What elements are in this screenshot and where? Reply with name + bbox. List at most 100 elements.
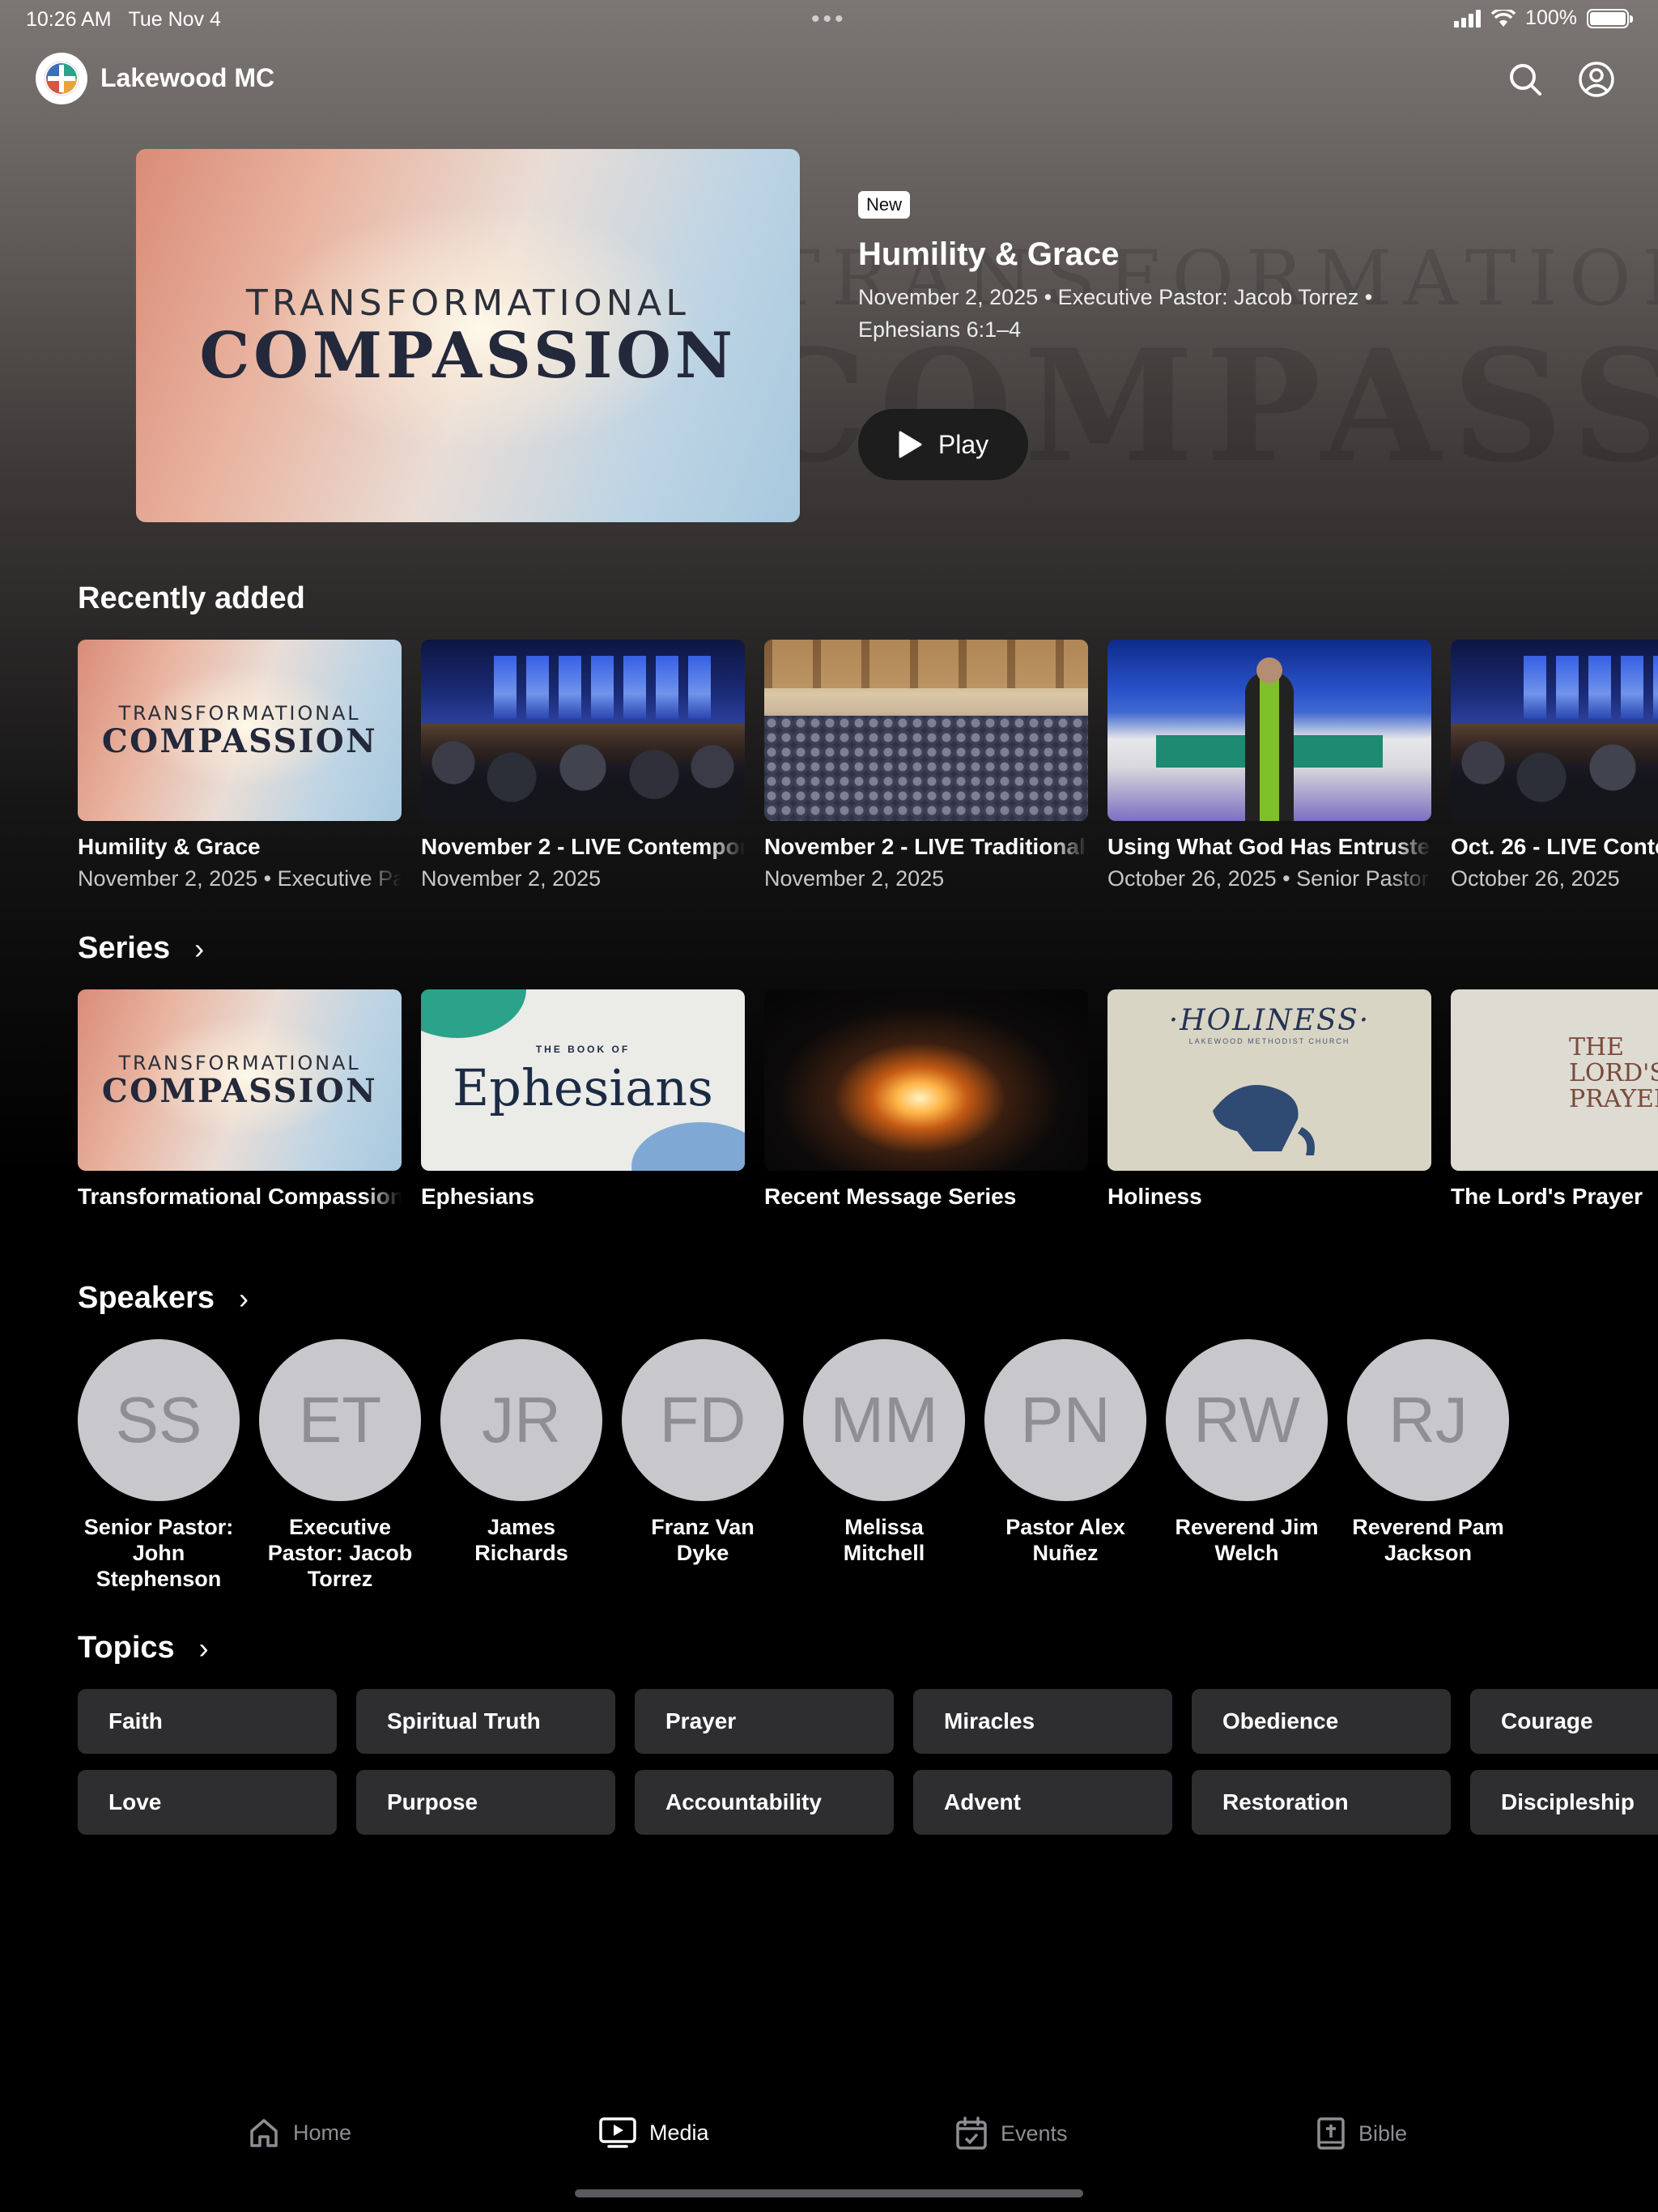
series-card[interactable]: THE LORD'S PRAYER The Lord's Prayer	[1451, 989, 1658, 1210]
topic-chip[interactable]: Purpose	[356, 1770, 615, 1835]
series-title[interactable]: Series ›	[78, 931, 204, 966]
battery-percent: 100%	[1525, 6, 1577, 29]
calendar-icon	[956, 2116, 987, 2150]
topic-chip[interactable]: Love	[78, 1770, 337, 1835]
speaker-item[interactable]: ET Executive Pastor: Jacob Torrez	[259, 1339, 421, 1592]
media-card[interactable]: TRANSFORMATIONAL COMPASSION Humility & G…	[78, 640, 402, 891]
card-subtitle: October 26, 2025	[1451, 866, 1620, 891]
topic-chip[interactable]: Obedience	[1192, 1689, 1451, 1754]
battery-icon	[1587, 8, 1633, 28]
series-card[interactable]: Recent Message Series	[764, 989, 1088, 1210]
hero-meta: November 2, 2025 • Executive Pastor: Jac…	[858, 285, 1373, 342]
speakers-title[interactable]: Speakers ›	[78, 1281, 249, 1316]
card-title: November 2 - LIVE Contemporary	[421, 834, 745, 859]
card-title: November 2 - LIVE Traditional	[764, 834, 1086, 859]
status-bar: 10:26 AM Tue Nov 4 ••• 100%	[0, 0, 1658, 39]
media-card[interactable]: November 2 - LIVE Traditional November 2…	[764, 640, 1088, 891]
series-row[interactable]: TRANSFORMATIONAL COMPASSION Transformati…	[78, 989, 1658, 1216]
card-subtitle: October 26, 2025 • Senior Pastor	[1107, 866, 1429, 891]
card-title: Humility & Grace	[78, 834, 261, 859]
topic-chip[interactable]: Restoration	[1192, 1770, 1451, 1835]
cellular-signal-icon	[1454, 9, 1482, 28]
card-title: Ephesians	[421, 1184, 535, 1209]
home-icon	[250, 2119, 278, 2147]
avatar: SS	[78, 1339, 240, 1501]
home-indicator[interactable]	[575, 2189, 1083, 2197]
avatar: FD	[622, 1339, 784, 1501]
media-card[interactable]: Oct. 26 - LIVE Contemporary October 26, …	[1451, 640, 1658, 891]
card-thumbnail: TRANSFORMATIONAL COMPASSION	[78, 640, 402, 821]
app-logo[interactable]	[36, 53, 87, 104]
hero-artwork[interactable]: TRANSFORMATIONAL COMPASSION	[136, 149, 800, 522]
card-title: Using What God Has Entrusted	[1107, 834, 1431, 859]
card-subtitle: November 2, 2025 • Executive Pastor: Jac…	[78, 866, 402, 891]
avatar: RJ	[1347, 1339, 1509, 1501]
topic-chip[interactable]: Miracles	[913, 1689, 1172, 1754]
topic-chip[interactable]: Advent	[913, 1770, 1172, 1835]
new-badge: New	[858, 191, 911, 219]
wifi-icon	[1491, 9, 1516, 27]
speaker-item[interactable]: RJ Reverend Pam Jackson	[1347, 1339, 1509, 1566]
avatar: PN	[984, 1339, 1146, 1501]
tab-bible[interactable]: Bible	[1316, 2116, 1407, 2150]
search-icon	[1510, 64, 1541, 96]
avatar: JR	[440, 1339, 602, 1501]
multitasking-dots-icon[interactable]: •••	[811, 7, 847, 32]
card-thumbnail	[1451, 640, 1658, 821]
topics-title[interactable]: Topics ›	[78, 1631, 209, 1665]
speaker-name: Melissa Mitchell	[843, 1515, 925, 1565]
speaker-name: Reverend Jim Welch	[1175, 1515, 1319, 1565]
tab-media[interactable]: Media	[599, 2116, 709, 2149]
card-thumbnail	[421, 640, 745, 821]
media-card[interactable]: Using What God Has Entrusted October 26,…	[1107, 640, 1431, 891]
avatar: MM	[803, 1339, 965, 1501]
topic-chip[interactable]: Discipleship	[1470, 1770, 1658, 1835]
speaker-item[interactable]: JR James Richards	[440, 1339, 602, 1566]
topic-chip[interactable]: Courage	[1470, 1689, 1658, 1754]
series-card[interactable]: THE BOOK OF Ephesians Ephesians	[421, 989, 745, 1210]
speaker-item[interactable]: FD Franz Van Dyke	[622, 1339, 784, 1566]
card-thumbnail	[1107, 640, 1431, 821]
search-button[interactable]	[1503, 57, 1548, 102]
app-title[interactable]: Lakewood MC	[100, 63, 274, 93]
app-header: Lakewood MC	[0, 49, 1658, 108]
speaker-name: Senior Pastor: John Stephenson	[83, 1515, 234, 1591]
card-thumbnail: THE BOOK OF Ephesians	[421, 989, 745, 1171]
chevron-right-icon: ›	[194, 931, 205, 965]
bible-icon	[1317, 2117, 1345, 2150]
hero-art-line2: COMPASSION	[199, 319, 737, 393]
tab-events[interactable]: Events	[955, 2116, 1068, 2150]
card-thumbnail	[764, 640, 1088, 821]
play-button[interactable]: Play	[858, 409, 1028, 480]
card-title: Holiness	[1107, 1184, 1202, 1209]
speaker-name: Franz Van Dyke	[651, 1515, 755, 1565]
speaker-name: Pastor Alex Nuñez	[1005, 1515, 1125, 1565]
series-card[interactable]: ·HOLINESS· LAKEWOOD METHODIST CHURCH Hol…	[1107, 989, 1431, 1210]
card-subtitle: November 2, 2025	[764, 866, 945, 891]
speaker-name: Reverend Pam Jackson	[1352, 1515, 1504, 1565]
card-title: The Lord's Prayer	[1451, 1184, 1643, 1209]
speaker-item[interactable]: MM Melissa Mitchell	[803, 1339, 965, 1566]
card-title: Oct. 26 - LIVE Contemporary	[1451, 834, 1658, 859]
recently-added-row[interactable]: TRANSFORMATIONAL COMPASSION Humility & G…	[78, 640, 1658, 907]
series-card[interactable]: TRANSFORMATIONAL COMPASSION Transformati…	[78, 989, 402, 1210]
speaker-item[interactable]: RW Reverend Jim Welch	[1166, 1339, 1328, 1566]
speaker-item[interactable]: SS Senior Pastor: John Stephenson	[78, 1339, 240, 1592]
media-card[interactable]: November 2 - LIVE Contemporary November …	[421, 640, 745, 891]
speaker-item[interactable]: PN Pastor Alex Nuñez	[984, 1339, 1146, 1566]
topic-chip[interactable]: Spiritual Truth	[356, 1689, 615, 1754]
card-title: Transformational Compassion	[78, 1184, 402, 1209]
account-button[interactable]	[1574, 57, 1619, 102]
status-time: 10:26 AM Tue Nov 4	[26, 8, 221, 31]
tab-home[interactable]: Home	[248, 2116, 351, 2149]
card-thumbnail: ·HOLINESS· LAKEWOOD METHODIST CHURCH	[1107, 989, 1431, 1171]
avatar: RW	[1166, 1339, 1328, 1501]
topic-chip[interactable]: Prayer	[635, 1689, 894, 1754]
card-thumbnail: THE LORD'S PRAYER	[1451, 989, 1658, 1171]
card-subtitle: November 2, 2025	[421, 866, 602, 891]
card-thumbnail: TRANSFORMATIONAL COMPASSION	[78, 989, 402, 1171]
speaker-name: James Richards	[474, 1515, 568, 1565]
topic-chip[interactable]: Accountability	[635, 1770, 894, 1835]
topic-chip[interactable]: Faith	[78, 1689, 337, 1754]
card-title: Recent Message Series	[764, 1184, 1017, 1209]
